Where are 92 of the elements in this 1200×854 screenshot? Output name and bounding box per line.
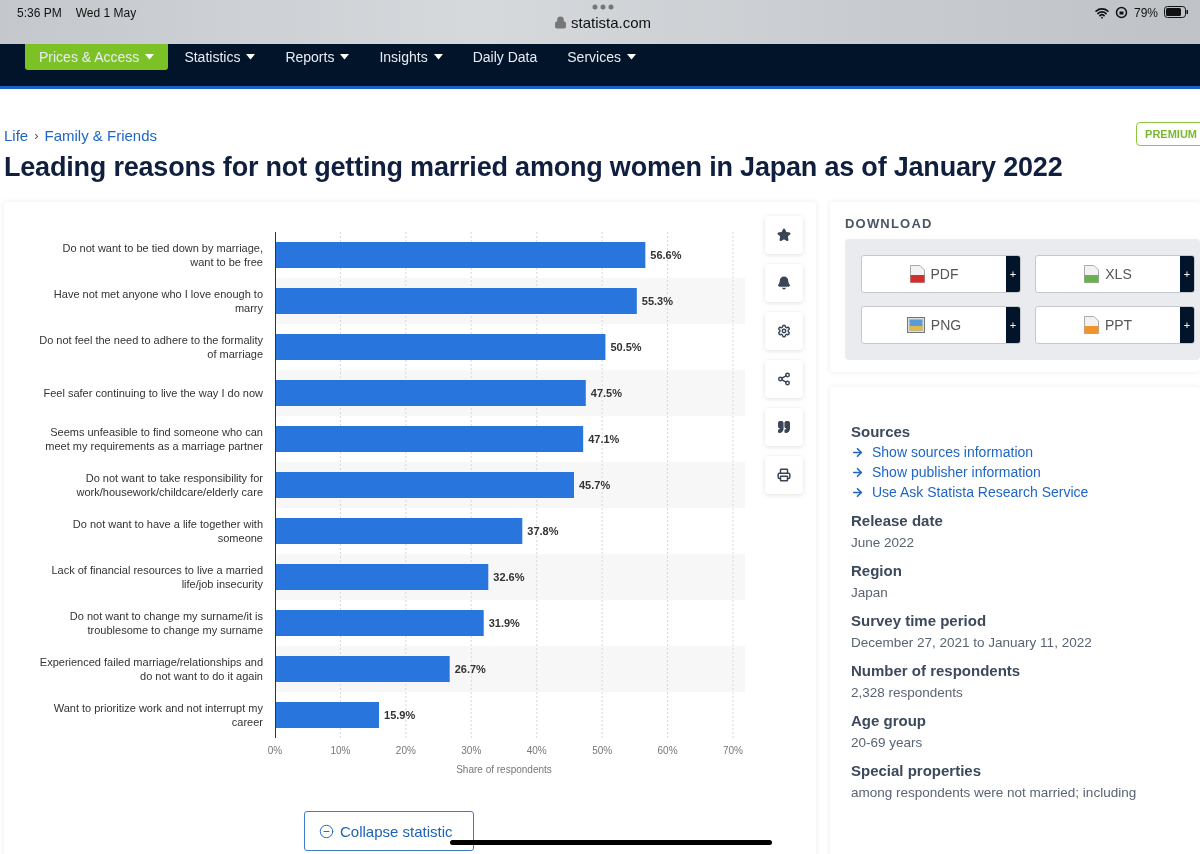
field-heading: Age group <box>851 712 927 729</box>
link[interactable]: Show sources information <box>851 444 1200 460</box>
download-button[interactable]: PDF + <box>861 255 1021 293</box>
breadcrumb-link[interactable]: Life <box>4 127 29 144</box>
field-value: Japan <box>851 585 889 600</box>
field-heading: Release date <box>851 512 944 529</box>
nav-item[interactable]: Services <box>567 44 636 70</box>
share-icon <box>777 372 791 386</box>
document-icon <box>909 265 925 283</box>
collapse-button[interactable]: Collapse statistic <box>304 811 474 851</box>
field-value: 2,328 respondents <box>851 685 964 700</box>
value-label: 55.3% <box>641 295 673 307</box>
bell-icon <box>777 276 791 290</box>
tick-label: 50% <box>592 745 613 756</box>
category-label: Do not want to have a life together with someone <box>71 517 263 545</box>
value-label: 15.9% <box>384 709 416 721</box>
image-file-icon <box>906 317 925 333</box>
address-bar[interactable]: statista.com <box>554 14 651 31</box>
category-label: Feel safer continuing to live the way I do now <box>43 386 263 400</box>
field-value: 20-69 years <box>851 735 924 750</box>
download-button[interactable]: PNG + <box>861 306 1021 344</box>
printer-button[interactable] <box>765 456 803 494</box>
section-heading: Sources <box>851 423 912 440</box>
quote-icon <box>777 420 791 434</box>
value-label: 31.9% <box>488 617 520 629</box>
category-label: Seems unfeasible to find someone who can meet my requirements as a marriage partner <box>44 425 263 453</box>
value-label: 37.8% <box>527 525 559 537</box>
field-heading: Special properties <box>851 762 983 779</box>
more-icon[interactable] <box>591 4 614 10</box>
category-label: Do not want to change my surname/it is troublesome to change my surname <box>68 609 263 637</box>
date: Wed 1 May <box>75 6 137 20</box>
section-title: DOWNLOAD <box>845 216 934 231</box>
minus-circle-icon <box>319 823 334 839</box>
breadcrumb-link[interactable]: Family & Friends <box>44 127 158 144</box>
document-icon <box>1084 265 1100 283</box>
tick-label: 70% <box>723 745 743 756</box>
download-button[interactable]: PPT + <box>1035 306 1195 344</box>
category-label: Do not feel the need to adhere to the formality of marriage <box>38 333 263 361</box>
star-button[interactable] <box>765 216 803 254</box>
value-label: 26.7% <box>454 663 486 675</box>
field-heading: Number of respondents <box>851 662 1022 679</box>
category-label: Experienced failed marriage/relationships and do not want to do it again <box>38 655 263 683</box>
field-value: December 27, 2021 to January 11, 2022 <box>851 635 1093 650</box>
tick-label: 40% <box>526 745 547 756</box>
value-label: 32.6% <box>493 571 525 583</box>
document-icon <box>1083 316 1099 334</box>
battery-icon <box>1164 6 1188 18</box>
share-button[interactable] <box>765 360 803 398</box>
category-label: Do not want to take responsibility for work/housework/childcare/elderly care <box>75 471 263 499</box>
tick-label: 10% <box>330 745 351 756</box>
printer-icon <box>777 468 791 482</box>
arrow-right-icon <box>851 445 864 459</box>
nav-item[interactable]: Daily Data <box>472 44 538 70</box>
category-label: Want to prioritize work and not interrupt my career <box>52 701 263 729</box>
tick-label: 60% <box>657 745 678 756</box>
tick-label: 0% <box>267 745 283 756</box>
value-label: 56.6% <box>650 249 682 261</box>
clock: 5:36 PM <box>17 6 62 20</box>
value-label: 47.1% <box>588 433 620 445</box>
breadcrumb-separator: › <box>34 128 39 143</box>
tick-label: 30% <box>461 745 482 756</box>
link[interactable]: Show publisher information <box>851 464 1200 480</box>
field-value: among respondents were not married; including <box>851 785 1138 800</box>
category-label: Lack of financial resources to live a married life/job insecurity <box>50 563 263 591</box>
premium-badge: PREMIUM <box>1136 122 1200 146</box>
page-title: Leading reasons for not getting married among women in Japan as of January 2022 <box>4 152 1064 183</box>
bell-button[interactable] <box>765 264 803 302</box>
category-label: Do not want to be tied down by marriage, want to be free <box>61 241 263 269</box>
link[interactable]: Use Ask Statista Research Service <box>851 484 1200 500</box>
lock-icon <box>554 16 567 29</box>
nav-item[interactable]: Reports <box>285 44 350 70</box>
value-label: 45.7% <box>579 479 611 491</box>
settings-button[interactable] <box>765 312 803 350</box>
tick-label: 20% <box>395 745 416 756</box>
arrow-right-icon <box>851 465 864 479</box>
axis-title: Share of respondents <box>456 764 552 775</box>
settings-icon <box>777 324 791 338</box>
nav-item[interactable]: Insights <box>379 44 443 70</box>
rotation-lock-icon <box>1114 6 1128 19</box>
field-value: June 2022 <box>851 535 916 550</box>
value-label: 47.5% <box>590 387 622 399</box>
arrow-right-icon <box>851 485 864 499</box>
wifi-icon <box>1094 6 1109 20</box>
field-heading: Survey time period <box>851 612 988 629</box>
quote-button[interactable] <box>765 408 803 446</box>
category-label: Have not met anyone who I love enough to marry <box>52 287 263 315</box>
star-icon <box>777 228 791 242</box>
battery-percent: 79% <box>1133 6 1158 20</box>
field-heading: Region <box>851 562 903 579</box>
nav-item[interactable]: Statistics <box>184 44 256 70</box>
download-button[interactable]: XLS + <box>1035 255 1195 293</box>
value-label: 50.5% <box>610 341 642 353</box>
